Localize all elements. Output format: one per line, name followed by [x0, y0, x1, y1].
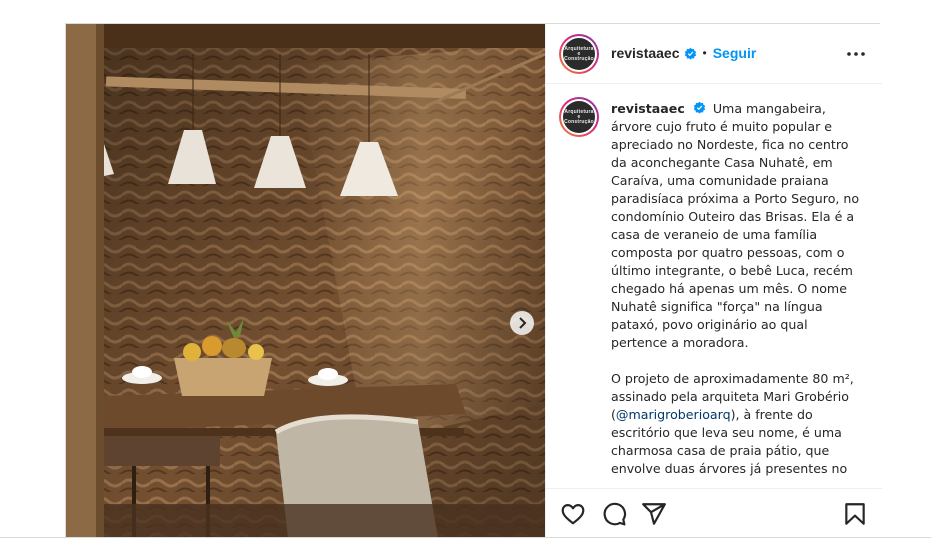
carousel-next-button[interactable]	[510, 311, 534, 335]
photo-terrace-scene	[66, 24, 545, 538]
chevron-right-icon	[519, 317, 527, 329]
post-sidebar: Arquitetura e Construção revistaaec • Se…	[545, 24, 882, 538]
header-user-line: revistaaec • Seguir	[611, 45, 756, 61]
caption-avatar[interactable]: Arquitetura e Construção	[559, 97, 599, 137]
avatar-logo: Arquitetura e Construção	[563, 38, 595, 70]
post-header: Arquitetura e Construção revistaaec • Se…	[546, 24, 882, 84]
bookmark-icon[interactable]	[842, 501, 868, 527]
caption-text: revistaaec Uma mangabeira, árvore cujo f…	[611, 100, 867, 488]
header-username[interactable]: revistaaec	[611, 45, 680, 61]
avatar-ring: Arquitetura e Construção	[561, 99, 597, 135]
caption-body-1: Uma mangabeira, árvore cujo fruto é muit…	[611, 101, 860, 350]
more-options-button[interactable]	[844, 42, 868, 66]
send-icon[interactable]	[641, 501, 667, 527]
post-image[interactable]	[66, 24, 545, 538]
avatar-logo: Arquitetura e Construção	[563, 101, 595, 133]
action-bar	[546, 488, 882, 538]
avatar-ring: Arquitetura e Construção	[561, 36, 597, 72]
heart-icon[interactable]	[560, 501, 586, 527]
caption-username[interactable]: revistaaec	[611, 101, 685, 116]
mention-link[interactable]: @marigroberioarq	[616, 407, 731, 422]
verified-badge-icon	[693, 101, 706, 114]
avatar[interactable]: Arquitetura e Construção	[559, 34, 599, 74]
caption-paragraph-2: O projeto de aproximadamente 80 m², assi…	[611, 370, 867, 478]
caption-paragraph-1: revistaaec Uma mangabeira, árvore cujo f…	[611, 100, 867, 352]
comment-icon[interactable]	[601, 501, 627, 527]
instagram-post: Arquitetura e Construção revistaaec • Se…	[65, 23, 882, 538]
verified-badge-icon	[684, 47, 696, 60]
follow-button[interactable]: Seguir	[713, 45, 757, 61]
more-options-icon	[847, 52, 865, 56]
page-divider	[0, 537, 931, 538]
separator-dot: •	[702, 46, 707, 60]
caption-area[interactable]: Arquitetura e Construção revistaaec Uma …	[546, 85, 882, 488]
